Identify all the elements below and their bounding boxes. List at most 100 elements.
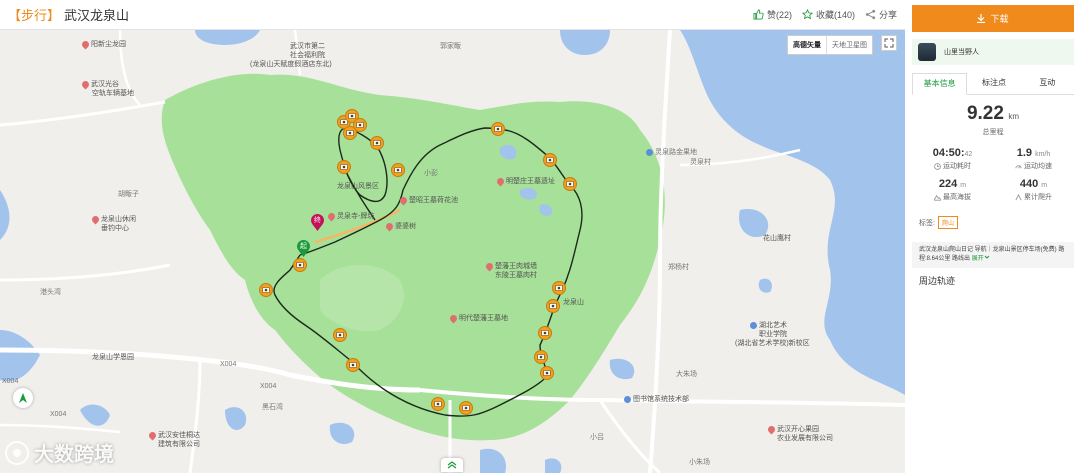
camera-icon (346, 130, 354, 136)
photo-marker[interactable] (540, 366, 554, 380)
chevron-down-icon (984, 255, 990, 259)
satellite-map-tab[interactable]: 天地卫星图 (826, 36, 872, 54)
poi-label[interactable]: 婆婆树 (384, 221, 416, 232)
poi-marker-icon (147, 430, 158, 441)
stat-value: 1.9 (1016, 147, 1033, 159)
photo-marker[interactable] (491, 122, 505, 136)
lake (225, 407, 247, 430)
poi-label[interactable]: 图书馆系统技术部 (624, 395, 689, 404)
road-label: X004 (220, 361, 237, 368)
photo-marker[interactable] (337, 160, 351, 174)
speed-icon (1015, 164, 1022, 168)
camera-icon (566, 181, 574, 187)
camera-icon (537, 354, 545, 360)
camera-icon (494, 126, 502, 132)
poi-marker-icon (646, 148, 653, 156)
photo-marker[interactable] (333, 328, 347, 342)
map-label: 农业发展有限公司 (777, 435, 833, 442)
favorite-button[interactable]: 收藏(140) (801, 8, 855, 21)
photo-marker[interactable] (259, 283, 273, 297)
map-label: 东陵王墓肉村 (495, 272, 537, 279)
nearby-tracks-heading: 周边轨迹 (919, 276, 956, 286)
poi-label[interactable]: 楚昭王墓荷花池 (398, 195, 458, 206)
poi-label[interactable]: 湖北艺术 (750, 321, 787, 330)
poi-label[interactable]: 明楚庄王墓遗址 (495, 176, 555, 187)
poi-marker-icon (448, 313, 459, 324)
favorite-count: 收藏(140) (815, 10, 855, 20)
standard-map-tab[interactable]: 高德矢量 (788, 36, 826, 54)
tab-basic-info[interactable]: 基本信息 (912, 73, 968, 95)
poi-label[interactable]: 武汉开心果园 (766, 424, 819, 435)
poi-marker-icon (766, 424, 777, 435)
fullscreen-button[interactable] (881, 35, 897, 51)
park-area (161, 73, 665, 441)
photo-marker[interactable] (391, 163, 405, 177)
photo-marker[interactable] (293, 258, 307, 272)
photo-marker[interactable] (431, 397, 445, 411)
photo-marker[interactable] (459, 401, 473, 415)
photo-marker[interactable] (343, 126, 357, 140)
map-label: 大朱场 (676, 371, 697, 378)
clock-icon (934, 162, 941, 170)
end-label: 终 (314, 217, 321, 224)
activity-tag[interactable]: 爬山 (937, 216, 958, 229)
lake (560, 30, 610, 55)
lake (80, 404, 110, 426)
collapse-panel-button[interactable] (441, 458, 463, 472)
poi-marker-icon (80, 79, 91, 90)
expand-link[interactable]: 展开 (972, 255, 990, 262)
map-label: 花山鹰村 (763, 235, 791, 242)
mountain-icon (934, 194, 941, 201)
stat-duration: 04:50:42 运动耗时 (912, 147, 993, 171)
location-arrow-icon (19, 393, 27, 403)
photo-marker[interactable] (546, 299, 560, 313)
photo-marker[interactable] (534, 350, 548, 364)
map-label: (湖北省艺术学校)新校区 (735, 340, 810, 347)
start-marker[interactable]: 起 (296, 240, 311, 258)
map-label: (龙泉山天赋度假酒店东北) (250, 61, 332, 68)
stat-label: 累计爬升 (1024, 194, 1052, 201)
tag-prefix: 标签: (919, 219, 935, 227)
photo-marker[interactable] (346, 358, 360, 372)
route-map[interactable]: 阳新尘龙园 武汉市第二 社会福利院 (龙泉山天赋度假酒店东北) 郭家畈 武汉光谷… (0, 30, 905, 473)
poi-label[interactable]: 楚藩王肉城墙 (484, 261, 537, 272)
tab-interaction[interactable]: 互动 (1021, 73, 1074, 94)
author-row[interactable]: 山里当野人 (912, 39, 1074, 65)
photo-marker[interactable] (370, 136, 384, 150)
map-label: 港头湾 (40, 289, 61, 296)
photo-marker[interactable] (538, 326, 552, 340)
map-label: 职业学院 (759, 331, 787, 338)
end-marker[interactable]: 终 (310, 214, 325, 232)
download-button[interactable]: 下载 (912, 5, 1074, 32)
locate-button[interactable] (13, 388, 33, 408)
climb-icon (1015, 193, 1022, 200)
camera-icon (348, 113, 356, 119)
stat-unit: km/h (1035, 151, 1051, 158)
map-label: 龙泉山风景区 (337, 183, 379, 190)
camera-icon (541, 330, 549, 336)
camera-icon (546, 157, 554, 163)
like-button[interactable]: 赞(22) (753, 8, 792, 21)
info-tabs: 基本信息 标注点 互动 (912, 73, 1074, 95)
distance-unit: km (1008, 112, 1020, 121)
lake (739, 209, 769, 238)
poi-label[interactable]: 龙泉山休闲 (90, 214, 136, 225)
avatar[interactable] (918, 43, 936, 61)
distance-label: 总里程 (982, 129, 1004, 136)
camera-icon (434, 401, 442, 407)
poi-label[interactable]: 灵泉寺-牌坊 (326, 211, 374, 222)
poi-label[interactable]: 武汉安佳桐达 (147, 430, 200, 441)
photo-marker[interactable] (543, 153, 557, 167)
poi-label[interactable]: 阳新尘龙园 (80, 39, 126, 50)
author-name[interactable]: 山里当野人 (944, 47, 979, 57)
stat-value: 224 (938, 178, 958, 190)
photo-marker[interactable] (563, 177, 577, 191)
tag-row: 标签: 爬山 (912, 216, 1074, 229)
poi-label[interactable]: 武汉光谷 (80, 79, 119, 90)
photo-marker[interactable] (552, 281, 566, 295)
poi-label[interactable]: 明代楚藩王墓地 (448, 313, 508, 324)
share-button[interactable]: 分享 (865, 8, 897, 21)
thumbs-up-icon (753, 9, 764, 20)
road-label: X004 (2, 378, 19, 385)
tab-waypoints[interactable]: 标注点 (967, 73, 1020, 94)
